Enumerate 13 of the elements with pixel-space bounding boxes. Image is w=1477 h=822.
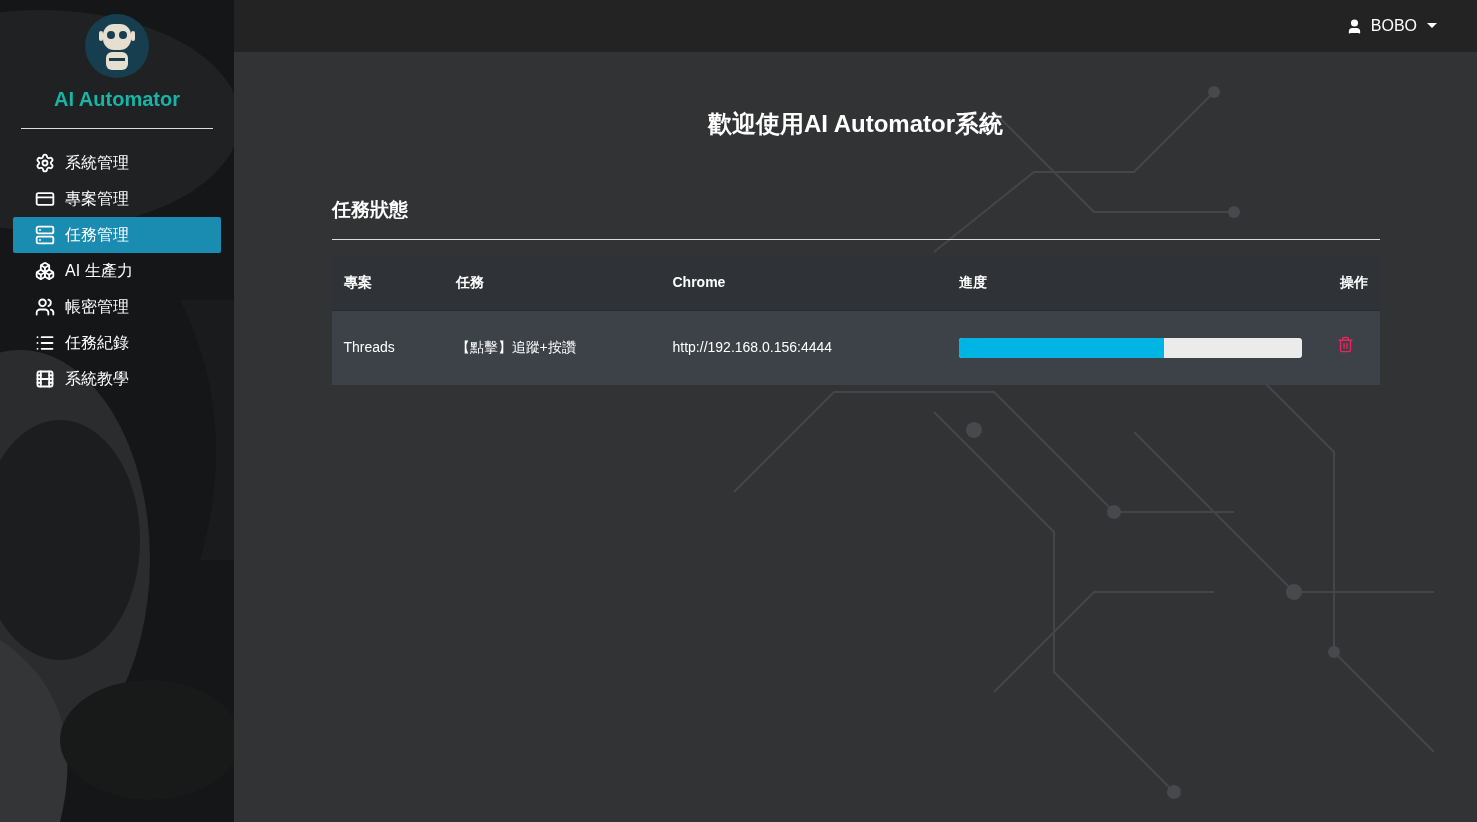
table-cell: 【點擊】追蹤+按讚 (443, 310, 661, 385)
trash-icon (1336, 336, 1354, 354)
column-header: 進度 (946, 255, 1324, 311)
caret-icon (1427, 23, 1437, 29)
table-cell: http://192.168.0.156:4444 (660, 310, 947, 385)
user-menu[interactable]: BOBO (1345, 14, 1437, 38)
column-header: 操作 (1323, 255, 1380, 311)
table-cell: Threads (331, 310, 444, 385)
column-header: Chrome (660, 255, 947, 311)
section-title: 任務狀態 (331, 198, 409, 222)
column-header: 任務 (443, 255, 661, 311)
column-header: 專案 (331, 255, 444, 311)
page-title: 歡迎使用AI Automator系統 (707, 109, 1004, 139)
